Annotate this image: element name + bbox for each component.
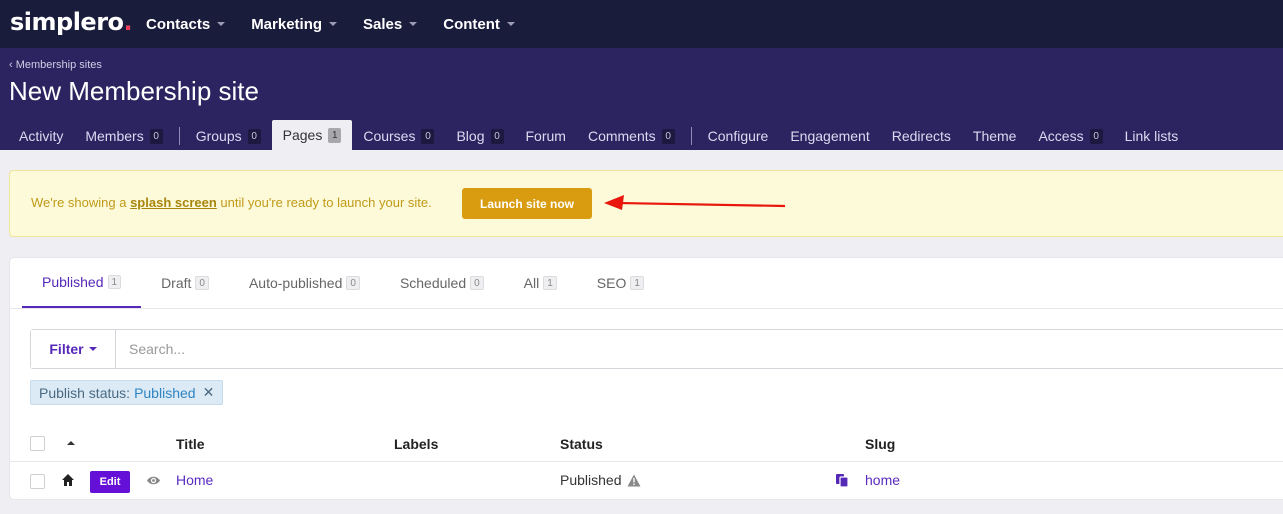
site-header: ‹ Membership sites New Membership site A… [0,48,1283,150]
tab-link-lists[interactable]: Link lists [1114,122,1190,150]
tab-access[interactable]: Access 0 [1027,122,1113,150]
status-tabs: Published 1 Draft 0 Auto-published 0 Schedu… [22,258,664,308]
count-badge: 0 [421,128,435,144]
nav-divider [178,127,180,145]
warning-icon [627,474,640,486]
chevron-down-icon [329,22,338,26]
status-cell: Published [560,472,641,488]
splash-screen-link[interactable]: splash screen [130,195,217,210]
simplero-logo[interactable]: simplero. [10,8,133,36]
filter-button[interactable]: Filter [31,330,116,368]
chip-label: Publish status: [39,384,131,401]
chevron-down-icon [506,22,515,26]
pages-card: Published 1 Draft 0 Auto-published 0 Schedu… [9,257,1283,500]
tab-redirects[interactable]: Redirects [881,122,962,150]
count-badge: 1 [543,276,557,290]
home-icon [62,474,74,486]
count-badge: 0 [346,276,360,290]
column-title[interactable]: Title [176,436,205,452]
count-badge: 0 [247,128,261,144]
chevron-down-icon [88,347,97,351]
count-badge: 0 [1089,128,1103,144]
splash-screen-alert: We're showing a splash screen until you'… [9,170,1283,237]
select-all-checkbox[interactable] [30,436,45,451]
tab-forum[interactable]: Forum [515,122,577,150]
chip-value: Published [134,384,196,401]
tab-courses[interactable]: Courses 0 [352,122,445,150]
tab-theme[interactable]: Theme [962,122,1028,150]
page-title-link[interactable]: Home [176,472,213,488]
edit-button[interactable]: Edit [90,471,130,493]
count-badge: 0 [490,128,504,144]
tab-configure[interactable]: Configure [697,122,780,150]
table-header: Title Labels Status Slug [10,426,1283,462]
nav-contacts[interactable]: Contacts [146,16,226,33]
nav-sales[interactable]: Sales [363,16,418,33]
tab-members[interactable]: Members 0 [74,122,173,150]
copy-icon[interactable] [835,473,849,488]
tab-pages[interactable]: Pages 1 [271,120,353,150]
row-checkbox[interactable] [30,474,45,489]
nav-divider [690,127,692,145]
search-input[interactable] [117,330,1283,368]
site-subnav: Activity Members 0 Groups 0 Pages 1 Courses… [8,120,1189,150]
count-badge: 0 [661,128,675,144]
slug-link[interactable]: home [865,472,900,488]
column-labels[interactable]: Labels [394,436,438,452]
red-arrow-annotation [604,195,786,210]
tab-blog[interactable]: Blog 0 [445,122,514,150]
divider [10,308,1283,309]
page-title: New Membership site [9,76,259,106]
tab-scheduled[interactable]: Scheduled 0 [380,258,504,308]
filter-bar: Filter [30,329,1283,369]
chevron-down-icon [409,22,418,26]
alert-message: We're showing a splash screen until you'… [31,195,432,210]
count-badge: 0 [195,276,209,290]
tab-groups[interactable]: Groups 0 [185,122,272,150]
filter-chip: Publish status: Published ✕ [30,380,224,405]
tab-comments[interactable]: Comments 0 [577,122,686,150]
launch-site-button[interactable]: Launch site now [462,188,592,219]
tab-published[interactable]: Published 1 [22,258,142,308]
nav-content[interactable]: Content [443,16,515,33]
column-status[interactable]: Status [560,436,603,452]
close-icon[interactable]: ✕ [203,384,215,401]
tab-activity[interactable]: Activity [8,122,74,150]
breadcrumb[interactable]: ‹ Membership sites [9,59,102,71]
tab-draft[interactable]: Draft 0 [141,258,229,308]
tab-seo[interactable]: SEO 1 [577,258,664,308]
tab-all[interactable]: All 1 [504,258,577,308]
column-slug[interactable]: Slug [865,436,895,452]
eye-icon[interactable] [146,474,161,487]
sort-up-icon[interactable] [67,441,75,445]
count-badge: 1 [107,275,122,289]
chevron-down-icon [217,22,226,26]
tab-auto-published[interactable]: Auto-published 0 [229,258,380,308]
tab-engagement[interactable]: Engagement [779,122,880,150]
table-row: Edit Home Published home [10,463,1283,501]
count-badge: 0 [470,276,484,290]
top-navbar: simplero. Contacts Marketing Sales Conte… [0,0,1283,48]
count-badge: 1 [328,127,342,143]
main-nav: Contacts Marketing Sales Content [146,0,541,48]
count-badge: 1 [630,276,644,290]
nav-marketing[interactable]: Marketing [251,16,338,33]
count-badge: 0 [149,128,163,144]
